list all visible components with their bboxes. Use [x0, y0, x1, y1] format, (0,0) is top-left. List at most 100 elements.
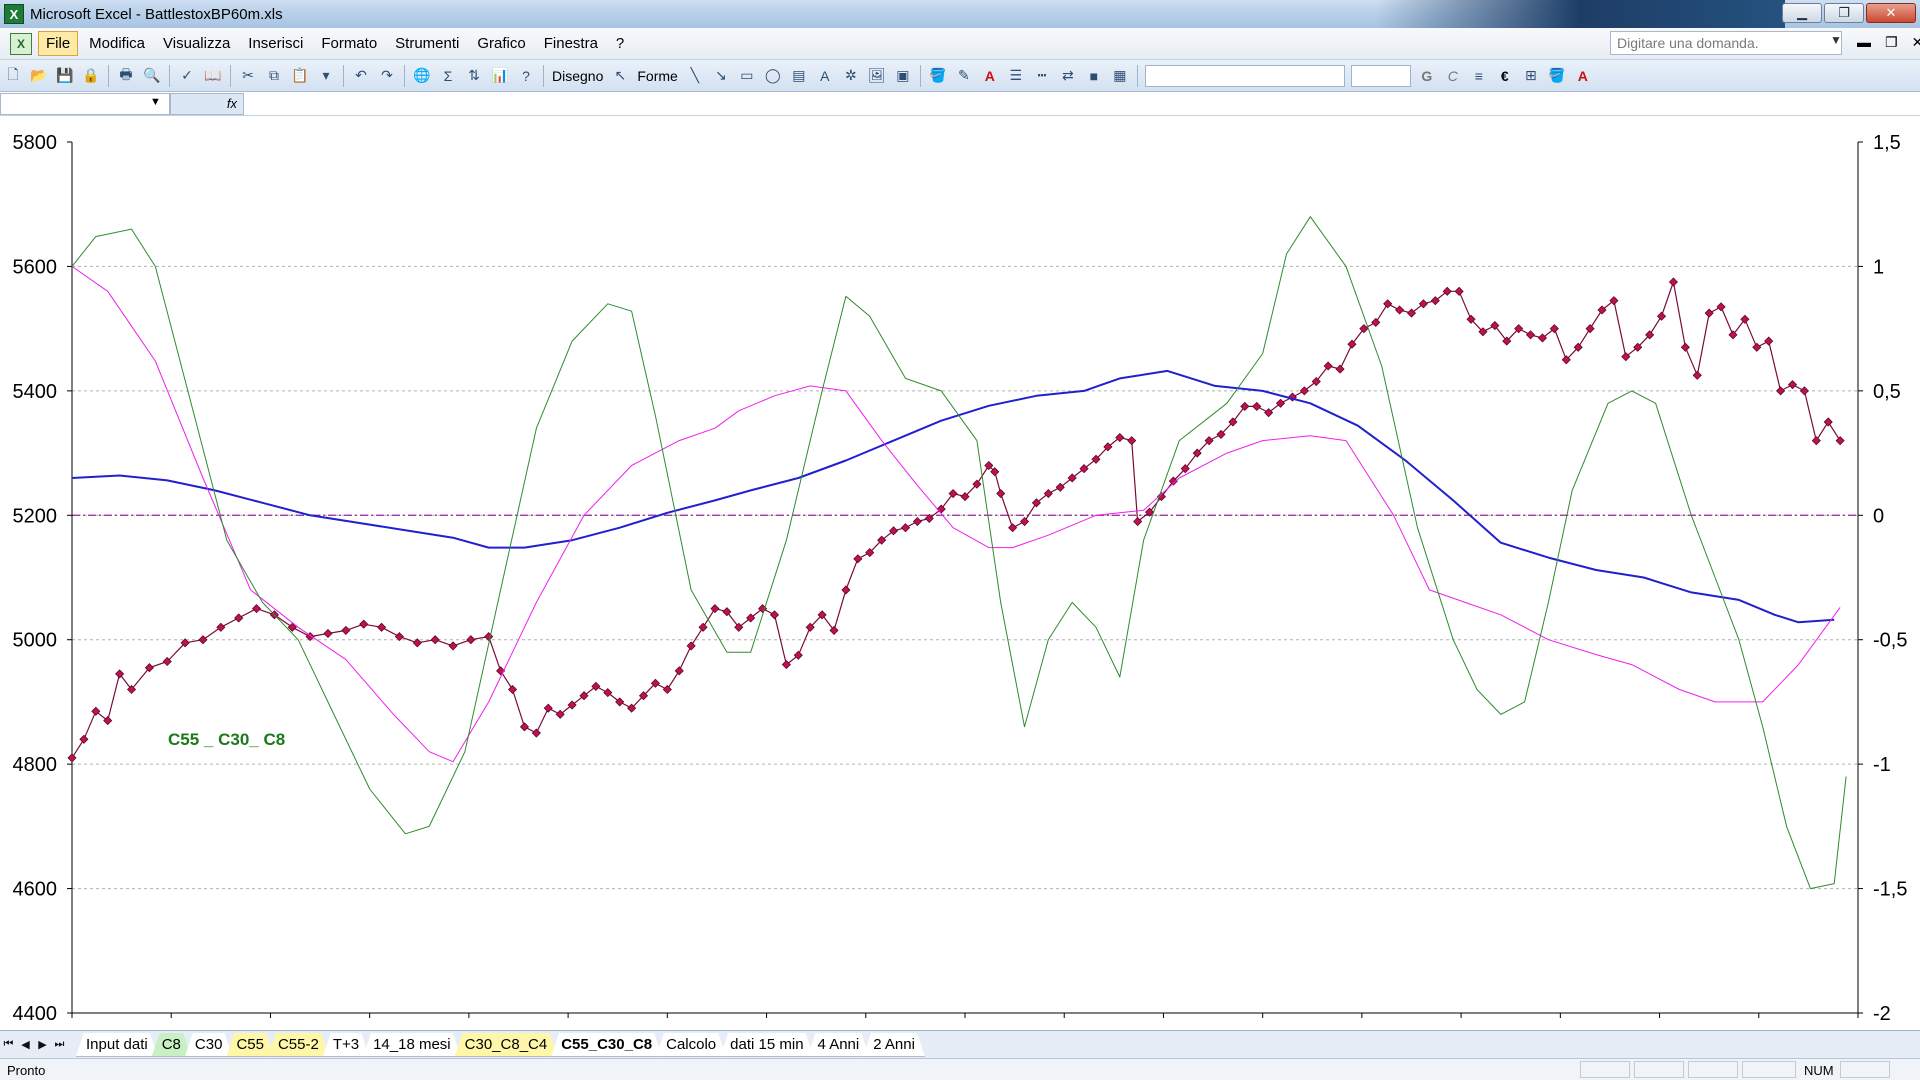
menu-modifica[interactable]: Modifica [82, 32, 152, 55]
arrow-icon[interactable]: ↘ [709, 64, 733, 88]
print-icon[interactable]: 🖶 [114, 64, 138, 88]
cut-icon[interactable]: ✂ [236, 64, 260, 88]
fill-color-icon[interactable]: 🪣 [926, 64, 950, 88]
doc-minimize-icon[interactable]: ▬ [1857, 34, 1871, 51]
undo-icon[interactable]: ↶ [349, 64, 373, 88]
line-icon[interactable]: ╲ [683, 64, 707, 88]
sheet-tab[interactable]: 14_18 mesi [363, 1033, 461, 1057]
paste-dropdown-icon[interactable]: ▾ [314, 64, 338, 88]
clipart-icon[interactable]: 🖼 [865, 64, 889, 88]
menu-visualizza[interactable]: Visualizza [156, 32, 237, 55]
data-point-marker [466, 635, 476, 645]
sheet-tab[interactable]: C8 [152, 1033, 191, 1057]
sheet-tab[interactable]: Calcolo [656, 1033, 726, 1057]
prev-sheet-icon[interactable]: ◀ [17, 1038, 34, 1051]
menu-strumenti[interactable]: Strumenti [388, 32, 466, 55]
y-left-tick-label: 4600 [13, 879, 58, 901]
next-sheet-icon[interactable]: ▶ [34, 1038, 51, 1051]
sheet-tab[interactable]: C55_C30_C8 [551, 1033, 662, 1057]
line-color-icon[interactable]: ✎ [952, 64, 976, 88]
name-box-dropdown-icon[interactable]: ▼ [150, 96, 161, 108]
ask-dropdown-icon[interactable]: ▼ [1830, 33, 1842, 47]
menu-grafico[interactable]: Grafico [470, 32, 532, 55]
insert-function-button[interactable]: fx [170, 93, 244, 115]
data-point-marker [1680, 342, 1690, 352]
data-point-marker [1692, 370, 1702, 380]
new-document-icon[interactable]: 🗋 [1, 64, 25, 88]
menu-formato[interactable]: Formato [314, 32, 384, 55]
wordart-icon[interactable]: A [813, 64, 837, 88]
paste-icon[interactable]: 📋 [288, 64, 312, 88]
data-point-marker [662, 684, 672, 695]
shadow-icon[interactable]: ■ [1082, 64, 1106, 88]
chart-svg[interactable]: 5800 1,5 5600 1 5400 0,5 5200 0 5000 -0,5 4800 -1 46… [0, 117, 1920, 1027]
3d-icon[interactable]: ▦ [1108, 64, 1132, 88]
select-pointer-icon[interactable]: ↖ [608, 64, 632, 88]
sheet-tab[interactable]: C55 [226, 1033, 274, 1057]
sum-icon[interactable]: Σ [436, 64, 460, 88]
print-preview-icon[interactable]: 🔍 [140, 64, 164, 88]
arrow-style-icon[interactable]: ⇄ [1056, 64, 1080, 88]
permission-icon[interactable]: 🔒 [79, 64, 103, 88]
ellipse-icon[interactable]: ◯ [761, 64, 785, 88]
italic-icon[interactable]: C [1441, 64, 1465, 88]
line-style-icon[interactable]: ☰ [1004, 64, 1028, 88]
name-box[interactable] [0, 93, 170, 115]
font-color-2-icon[interactable]: A [1571, 64, 1595, 88]
ask-question-input[interactable]: Digitare una domanda. [1610, 31, 1842, 55]
close-window-button[interactable]: ✕ [1866, 3, 1916, 23]
menu-file[interactable]: File [38, 31, 79, 56]
research-icon[interactable]: 📖 [201, 64, 225, 88]
sheet-tab[interactable]: C30 [185, 1033, 233, 1057]
sheet-tab[interactable]: C55-2 [268, 1033, 329, 1057]
euro-icon[interactable]: € [1493, 64, 1517, 88]
sheet-tab[interactable]: 4 Anni [808, 1033, 870, 1057]
fill-color-2-icon[interactable]: 🪣 [1545, 64, 1569, 88]
sheet-tab[interactable]: 2 Anni [863, 1033, 925, 1057]
font-color-icon[interactable]: A [978, 64, 1002, 88]
draw-menu-button[interactable]: Disegno [548, 68, 607, 84]
sheet-tab[interactable]: T+3 [323, 1033, 369, 1057]
save-icon[interactable]: 💾 [53, 64, 77, 88]
open-folder-icon[interactable]: 📂 [27, 64, 51, 88]
align-icon[interactable]: ≡ [1467, 64, 1491, 88]
hyperlink-icon[interactable]: 🌐 [410, 64, 434, 88]
chart-area[interactable]: 5800 1,5 5600 1 5400 0,5 5200 0 5000 -0,5 4800 -1 46… [0, 117, 1920, 1027]
redo-icon[interactable]: ↷ [375, 64, 399, 88]
dash-style-icon[interactable]: ┅ [1030, 64, 1054, 88]
bold-icon[interactable]: G [1415, 64, 1439, 88]
menu-help[interactable]: ? [609, 32, 631, 55]
status-num-lock: NUM [1804, 1063, 1834, 1078]
menu-finestra[interactable]: Finestra [537, 32, 605, 55]
minimize-window-button[interactable]: ▁ [1782, 3, 1822, 23]
last-sheet-icon[interactable]: ⏭ [51, 1038, 68, 1051]
sheet-tab[interactable]: Input dati [76, 1033, 158, 1057]
status-ready: Pronto [7, 1063, 46, 1078]
chart-wizard-icon[interactable]: 📊 [488, 64, 512, 88]
maximize-window-button[interactable]: ❐ [1824, 3, 1864, 23]
sheet-tab[interactable]: dati 15 min [720, 1033, 813, 1057]
document-icon[interactable]: X [10, 32, 32, 55]
menu-inserisci[interactable]: Inserisci [241, 32, 310, 55]
toolbar-separator [343, 64, 344, 87]
doc-restore-icon[interactable]: ❐ [1885, 34, 1898, 51]
rectangle-icon[interactable]: ▭ [735, 64, 759, 88]
diagram-icon[interactable]: ✲ [839, 64, 863, 88]
status-cell [1580, 1061, 1630, 1078]
copy-icon[interactable]: ⧉ [262, 64, 286, 88]
sort-icon[interactable]: ⇅ [462, 64, 486, 88]
textbox-icon[interactable]: ▤ [787, 64, 811, 88]
doc-close-icon[interactable]: ✕ [1912, 34, 1920, 51]
shapes-menu-button[interactable]: Forme [633, 68, 681, 84]
help-icon[interactable]: ? [514, 64, 538, 88]
spelling-icon[interactable]: ✓ [175, 64, 199, 88]
sheet-tab[interactable]: C30_C8_C4 [455, 1033, 558, 1057]
excel-app-icon[interactable]: X [4, 4, 24, 24]
picture-icon[interactable]: ▣ [891, 64, 915, 88]
data-point-marker [543, 703, 553, 713]
font-name-dropdown[interactable] [1144, 64, 1345, 87]
data-point-marker [1656, 311, 1667, 321]
borders-icon[interactable]: ⊞ [1519, 64, 1543, 88]
first-sheet-icon[interactable]: ⏮ [0, 1038, 17, 1051]
font-size-dropdown[interactable] [1350, 64, 1411, 87]
